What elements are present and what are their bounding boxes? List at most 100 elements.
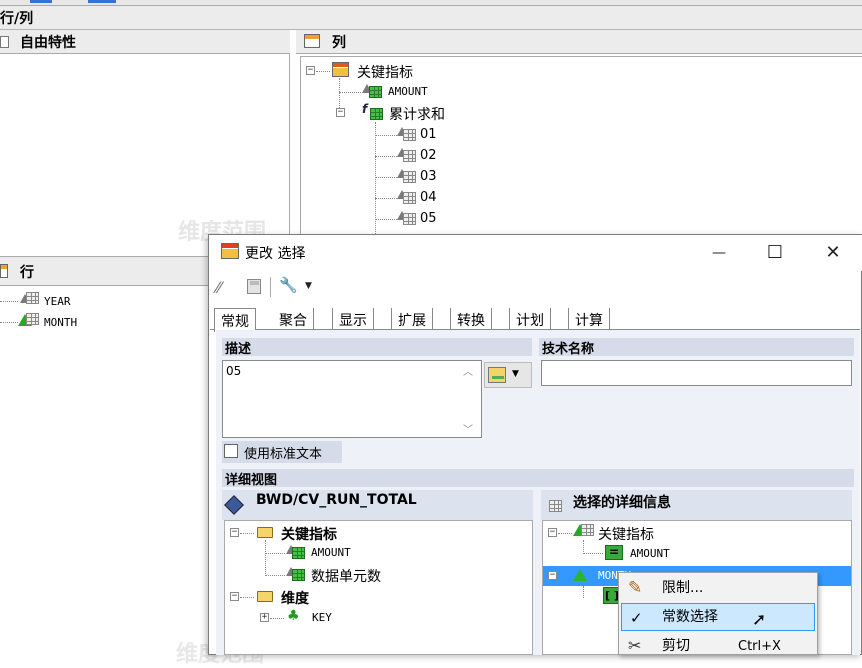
formula-icon: f	[362, 102, 368, 116]
scroll-up-icon[interactable]: ︿	[463, 363, 473, 378]
right-key-figures[interactable]: 关键指标	[598, 524, 654, 544]
left-expand-key-figures[interactable]: −	[230, 528, 239, 537]
right-key-figures-grid-icon	[581, 524, 594, 536]
text-picker-button[interactable]: ▼	[484, 362, 532, 388]
selection-detail-grid-icon	[549, 500, 562, 512]
section-title-bar: 行/列	[0, 6, 862, 30]
expand-cumulative[interactable]: −	[336, 108, 345, 117]
free-chars-title: 自由特性	[20, 35, 76, 51]
tech-name-label: 技术名称	[539, 338, 854, 357]
save-icon[interactable]	[247, 279, 261, 294]
left-cell-count[interactable]: 数据单元数	[311, 566, 381, 586]
left-expand-key[interactable]: +	[260, 613, 269, 622]
rows-month[interactable]: MONTH	[44, 316, 77, 329]
columns-panel-border	[300, 56, 862, 240]
menu-cut-shortcut: Ctrl+X	[738, 639, 781, 654]
rows-title: 行	[20, 265, 34, 281]
right-amount[interactable]: AMOUNT	[630, 547, 670, 560]
col-05-grid-icon	[403, 213, 416, 225]
left-key-figures[interactable]: 关键指标	[281, 524, 337, 544]
left-cellcount-grid-icon	[292, 569, 305, 581]
columns-title: 列	[332, 35, 346, 51]
month-grid-icon	[26, 313, 39, 325]
standard-text-checkbox[interactable]	[224, 444, 238, 458]
columns-amount[interactable]: AMOUNT	[388, 85, 428, 98]
tab-extension[interactable]: 扩展	[391, 308, 433, 330]
year-grid-icon	[26, 292, 39, 304]
scroll-down-icon[interactable]: ﹀	[463, 421, 473, 436]
dialog-title: 更改 选择	[245, 246, 306, 262]
left-expand-dimension[interactable]: −	[230, 592, 239, 601]
col-child-05[interactable]: 05	[420, 211, 437, 226]
left-tree-header: BWD/CV_RUN_TOTAL	[222, 490, 533, 520]
description-textarea[interactable]: 05 ︿ ﹀	[222, 360, 482, 438]
description-label: 描述	[222, 338, 532, 357]
checkmark-icon: ✓	[630, 609, 643, 627]
tab-conversion[interactable]: 转换	[450, 308, 492, 330]
minimize-button[interactable]: —	[690, 238, 748, 268]
menu-restrict-label: 限制...	[662, 580, 704, 596]
right-expand-month[interactable]: −	[548, 571, 557, 580]
col-child-03[interactable]: 03	[420, 169, 437, 184]
cumulative-grid-icon	[370, 108, 383, 120]
toolbar-separator	[270, 277, 271, 297]
maximize-button[interactable]: ☐	[746, 238, 804, 268]
detail-view-label: 详细视图	[222, 469, 854, 488]
top-strip-marker-2	[88, 0, 116, 3]
key-hierarchy-icon: ♣	[287, 608, 300, 624]
rows-year[interactable]: YEAR	[44, 295, 71, 308]
dialog-app-icon	[221, 243, 239, 259]
left-dimension[interactable]: 维度	[281, 588, 309, 608]
col-child-04[interactable]: 04	[420, 190, 437, 205]
left-key[interactable]: KEY	[312, 611, 332, 624]
tab-plan[interactable]: 计划	[509, 308, 551, 330]
menu-cut-label: 剪切	[662, 638, 690, 654]
menu-item-constant-selection[interactable]: ✓ 常数选择 ➚	[621, 603, 815, 631]
scissors-icon: ✂	[628, 636, 642, 655]
tab-aggregation[interactable]: 聚合	[273, 308, 314, 330]
columns-cumulative[interactable]: 累计求和	[389, 104, 445, 124]
menu-constant-selection-label: 常数选择	[662, 609, 718, 625]
col-child-02[interactable]: 02	[420, 148, 437, 163]
standard-text-label: 使用标准文本	[244, 447, 323, 462]
tech-name-input[interactable]	[541, 360, 852, 386]
left-tree-title: BWD/CV_RUN_TOTAL	[256, 492, 417, 508]
columns-header: 列	[296, 30, 862, 54]
right-month-triangle-icon	[573, 569, 587, 581]
top-strip-marker	[30, 0, 52, 3]
amount-grid-icon	[369, 86, 382, 98]
col-01-grid-icon	[403, 129, 416, 141]
left-amount[interactable]: AMOUNT	[311, 546, 351, 559]
right-amount-equals-icon: =	[605, 545, 623, 560]
key-figures-folder-icon	[257, 527, 273, 538]
left-amount-grid-icon	[292, 547, 305, 559]
tab-general[interactable]: 常规	[214, 308, 256, 332]
rows-icon	[0, 264, 8, 278]
col-04-grid-icon	[403, 192, 416, 204]
tools-dropdown-icon[interactable]: ▼	[305, 281, 312, 291]
menu-item-restrict[interactable]: ✎ 限制...	[620, 574, 816, 602]
menu-item-cut[interactable]: ✂ 剪切 Ctrl+X	[620, 632, 816, 660]
free-chars-header: 自由特性	[0, 30, 290, 54]
left-tree-panel[interactable]	[224, 520, 533, 655]
close-button[interactable]: ✕	[804, 238, 862, 268]
right-tree-title: 选择的详细信息	[573, 495, 671, 511]
expand-key-figures[interactable]: −	[306, 66, 315, 75]
text-picker-dropdown-icon: ▼	[512, 369, 519, 379]
right-tree-header: 选择的详细信息	[541, 490, 852, 520]
tab-calculation[interactable]: 计算	[568, 308, 610, 330]
infoprovider-cube-icon	[224, 495, 244, 515]
col-child-01[interactable]: 01	[420, 127, 437, 142]
section-title: 行/列	[0, 11, 34, 27]
key-figures-icon	[332, 62, 349, 77]
columns-tree-root[interactable]: 关键指标	[357, 62, 413, 82]
free-chars-icon	[0, 36, 9, 48]
tab-display[interactable]: 显示	[332, 308, 374, 330]
tools-icon[interactable]: 🔧	[279, 276, 298, 294]
mouse-cursor-icon: ➚	[752, 610, 767, 630]
right-expand-key-figures[interactable]: −	[548, 528, 557, 537]
col-03-grid-icon	[403, 171, 416, 183]
dimension-folder-icon	[257, 591, 273, 602]
description-value: 05	[226, 364, 242, 378]
wand-icon[interactable]: ⁄⁄	[216, 278, 221, 297]
